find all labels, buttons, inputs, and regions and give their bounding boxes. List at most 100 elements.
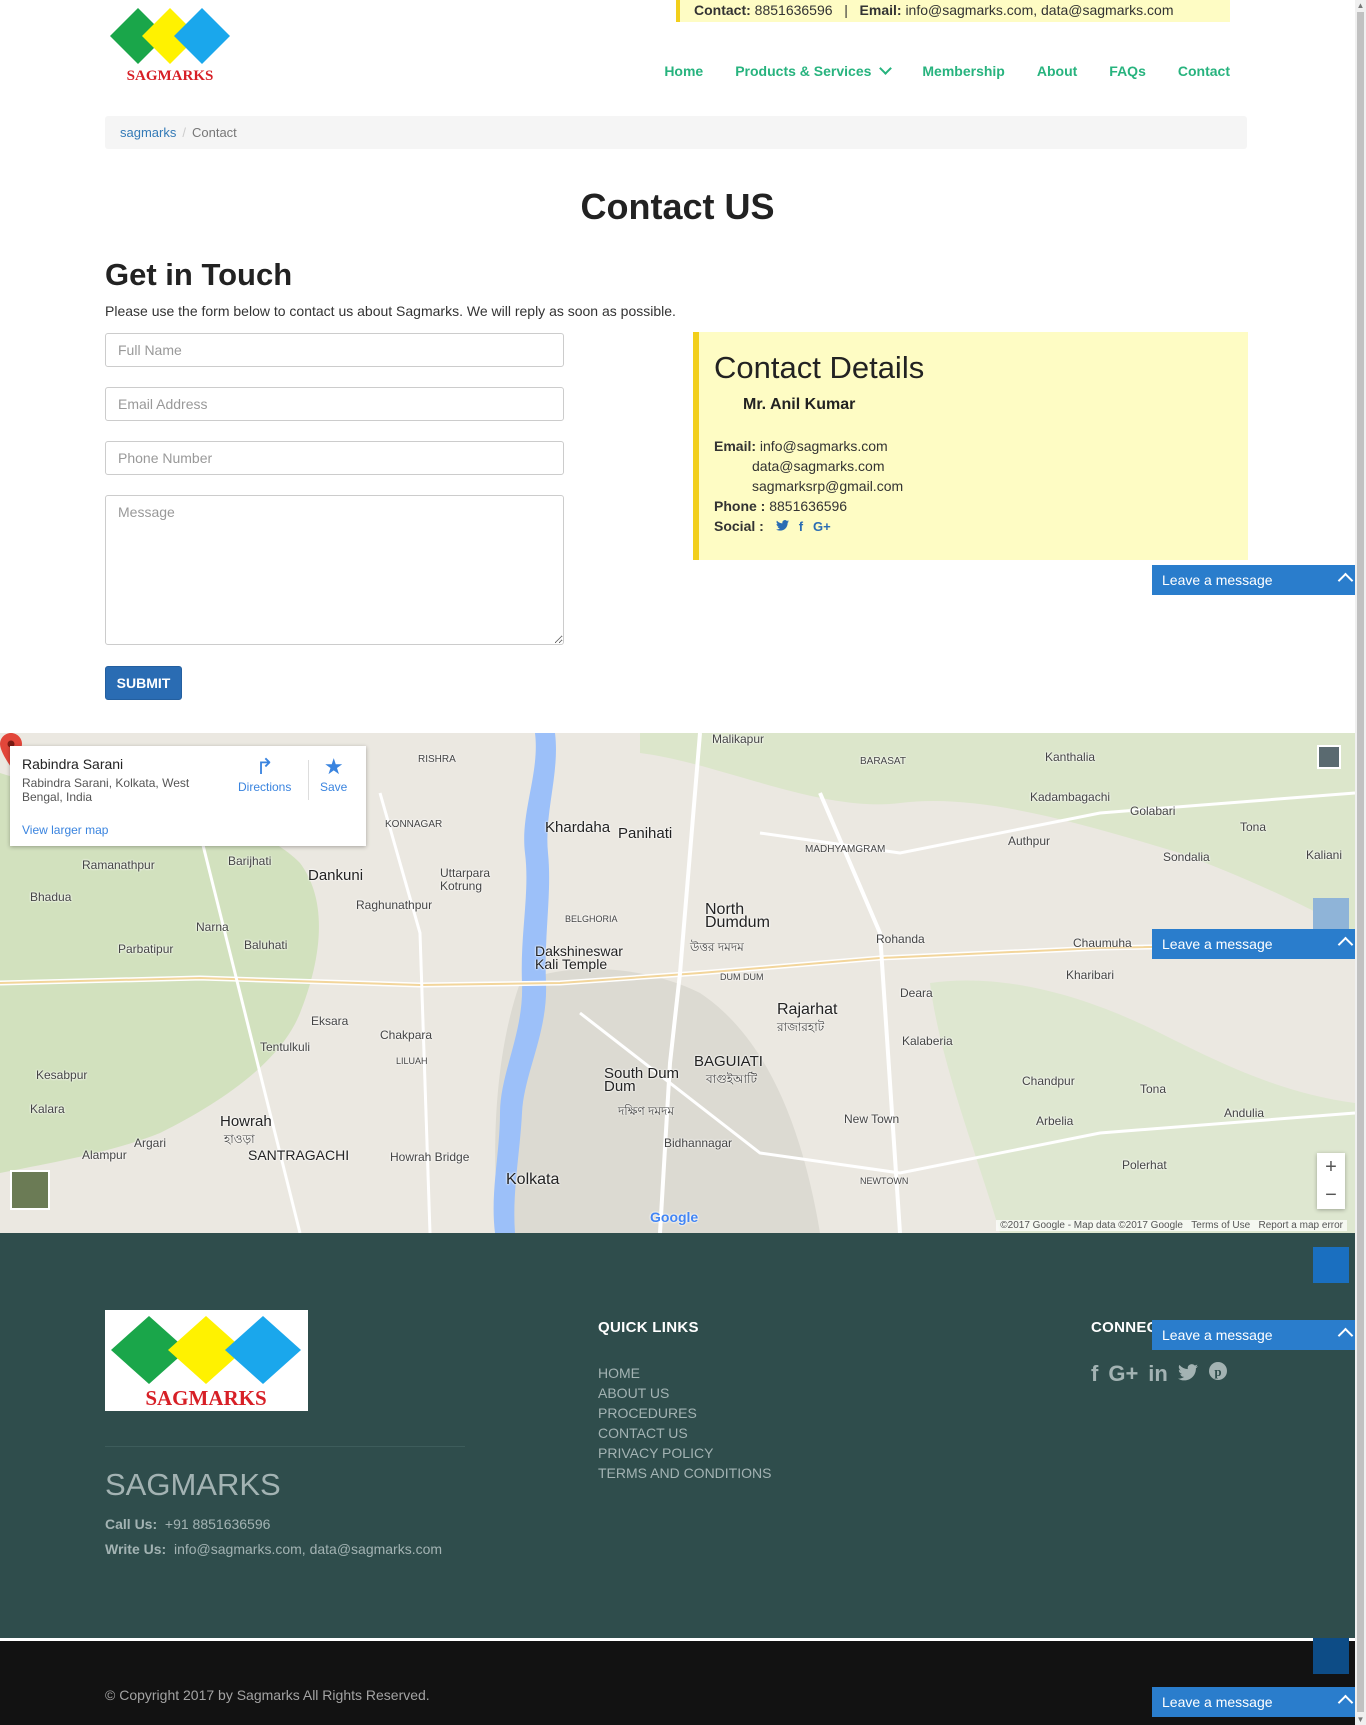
nav-products-services[interactable]: Products & Services (735, 62, 893, 79)
breadcrumb-home[interactable]: sagmarks (120, 125, 176, 140)
message-textarea[interactable] (105, 495, 564, 645)
sagmarks-logo[interactable]: SAGMARKS (106, 4, 234, 84)
map-label-eksara: Eksara (311, 1014, 349, 1028)
linkedin-icon[interactable]: in (1148, 1361, 1168, 1387)
map-label-khardaha: Khardaha (545, 819, 611, 836)
directions-icon: ↱ (255, 754, 274, 779)
scroll-up-arrow-icon[interactable]: ▲ (1356, 1, 1365, 10)
map-label-narna: Narna (196, 920, 229, 934)
footer-divider (105, 1446, 465, 1447)
nav-faqs[interactable]: FAQs (1109, 63, 1146, 79)
map-label-raghunathpur: Raghunathpur (356, 898, 433, 912)
footer-call-label: Call Us: (105, 1516, 158, 1532)
scrollbar-thumb[interactable] (1357, 12, 1364, 1712)
footer-link-contact[interactable]: CONTACT US (598, 1423, 771, 1443)
floating-widget-square[interactable] (1313, 1247, 1349, 1283)
zoom-out-button[interactable]: − (1317, 1181, 1345, 1209)
back-to-top-button[interactable] (1313, 1638, 1349, 1674)
contact-phone: 8851636596 (754, 2, 833, 18)
site-footer: SAGMARKS SAGMARKS Call Us: +91 885163659… (0, 1233, 1355, 1638)
footer-link-home[interactable]: HOME (598, 1363, 771, 1383)
pinterest-icon[interactable]: p (1208, 1361, 1228, 1387)
footer-link-privacy[interactable]: PRIVACY POLICY (598, 1443, 771, 1463)
map-label-dakshineswar: Dakshineswar Kali Temple (535, 943, 623, 972)
phone-input[interactable] (105, 441, 564, 475)
leave-message-label: Leave a message (1162, 572, 1273, 588)
phone-row: Phone : 8851636596 (714, 496, 1248, 516)
map-label-madhyamgram: MADHYAMGRAM (805, 844, 886, 855)
facebook-icon[interactable]: f (1091, 1361, 1098, 1387)
nav-about[interactable]: About (1037, 63, 1077, 79)
zoom-in-button[interactable]: + (1317, 1153, 1345, 1181)
map-label-authpur: Authpur (1008, 834, 1051, 848)
details-email-2[interactable]: data@sagmarks.com (714, 456, 1248, 476)
twitter-icon[interactable] (1177, 1361, 1198, 1387)
leave-message-label: Leave a message (1162, 1327, 1273, 1343)
footer-company-name: SAGMARKS (105, 1467, 281, 1502)
map-label-malikapur: Malikapur (712, 733, 765, 746)
map-label-barasat: BARASAT (860, 756, 906, 767)
email-input[interactable] (105, 387, 564, 421)
scroll-down-arrow-icon[interactable]: ▼ (1356, 1715, 1365, 1724)
leave-message-label: Leave a message (1162, 936, 1273, 952)
map-label-north-dumdum-bn: উত্তর দমদম (690, 940, 744, 954)
footer-link-procedures[interactable]: PROCEDURES (598, 1403, 771, 1423)
map-attribution: ©2017 Google - Map data ©2017 Google Ter… (996, 1220, 1347, 1231)
view-larger-map-link[interactable]: View larger map (22, 823, 108, 837)
directions-button[interactable]: ↱ Directions (238, 754, 291, 794)
contact-person: Mr. Anil Kumar (743, 396, 856, 413)
map-label-andulia: Andulia (1224, 1106, 1265, 1120)
directions-label: Directions (238, 780, 292, 794)
map-info-card: Rabindra Sarani Rabindra Sarani, Kolkata… (10, 746, 366, 846)
contact-separator: | (844, 2, 848, 18)
nav-membership[interactable]: Membership (922, 63, 1004, 79)
save-button[interactable]: ★ Save (320, 754, 347, 794)
chevron-down-icon (879, 62, 893, 75)
details-phone: 8851636596 (769, 498, 848, 514)
map-label-uttarpara: Uttarpara Kotrung (440, 866, 491, 893)
zoom-controls: + − (1317, 1153, 1345, 1209)
page-scrollbar[interactable]: ▲ ▼ (1355, 0, 1366, 1725)
chevron-up-icon (1337, 1694, 1354, 1711)
map-label-baguiati-bn: বাগুইআটি (706, 1072, 758, 1086)
chevron-up-icon (1337, 1327, 1354, 1344)
map-label-kharibari: Kharibari (1066, 968, 1115, 982)
map-terms-link[interactable]: Terms of Use (1191, 1220, 1250, 1231)
nav-contact[interactable]: Contact (1178, 63, 1230, 79)
star-icon: ★ (323, 754, 344, 779)
section-title: Get in Touch (105, 257, 293, 292)
map-label-new-town: New Town (844, 1112, 900, 1126)
map-label-kalaberia: Kalaberia (902, 1034, 953, 1048)
contact-label: Contact: (694, 2, 751, 18)
email-label: Email: (859, 2, 902, 18)
copyright-text: © Copyright 2017 by Sagmarks All Rights … (105, 1687, 430, 1703)
map-label-rajarhat: Rajarhat (777, 1001, 838, 1018)
embedded-map[interactable]: Malikapur BARASAT Kanthalia Kadambagachi… (0, 733, 1355, 1233)
google-plus-icon[interactable]: G+ (1108, 1361, 1138, 1387)
map-label-newtown-caps: NEWTOWN (860, 1176, 909, 1186)
leave-message-widget[interactable]: Leave a message (1152, 565, 1363, 595)
leave-message-widget[interactable]: Leave a message (1152, 929, 1363, 959)
map-label-chakpara: Chakpara (380, 1028, 433, 1042)
leave-message-widget[interactable]: Leave a message (1152, 1687, 1363, 1717)
facebook-icon[interactable]: f (799, 517, 803, 537)
svg-text:SAGMARKS: SAGMARKS (145, 1386, 266, 1410)
details-email-3[interactable]: sagmarksrp@gmail.com (714, 476, 1248, 496)
footer-logo[interactable]: SAGMARKS (105, 1310, 308, 1411)
full-name-input[interactable] (105, 333, 564, 367)
street-view-pegman-icon[interactable] (1317, 745, 1341, 769)
leave-message-widget[interactable]: Leave a message (1152, 1320, 1363, 1350)
submit-button[interactable]: SUBMIT (105, 666, 182, 700)
details-email-1[interactable]: info@sagmarks.com (760, 438, 888, 454)
google-logo: Google (650, 1209, 699, 1225)
google-plus-icon[interactable]: G+ (813, 517, 831, 537)
twitter-icon[interactable] (775, 517, 789, 537)
satellite-toggle[interactable] (10, 1170, 50, 1210)
nav-home[interactable]: Home (664, 63, 703, 79)
map-label-alampur: Alampur (82, 1148, 127, 1162)
contact-details-panel: Contact Details Mr. Anil Kumar Email: in… (693, 332, 1248, 560)
map-report-link[interactable]: Report a map error (1259, 1220, 1343, 1231)
map-label-golabari: Golabari (1130, 804, 1176, 818)
footer-link-about[interactable]: ABOUT US (598, 1383, 771, 1403)
footer-link-terms[interactable]: TERMS AND CONDITIONS (598, 1463, 771, 1483)
